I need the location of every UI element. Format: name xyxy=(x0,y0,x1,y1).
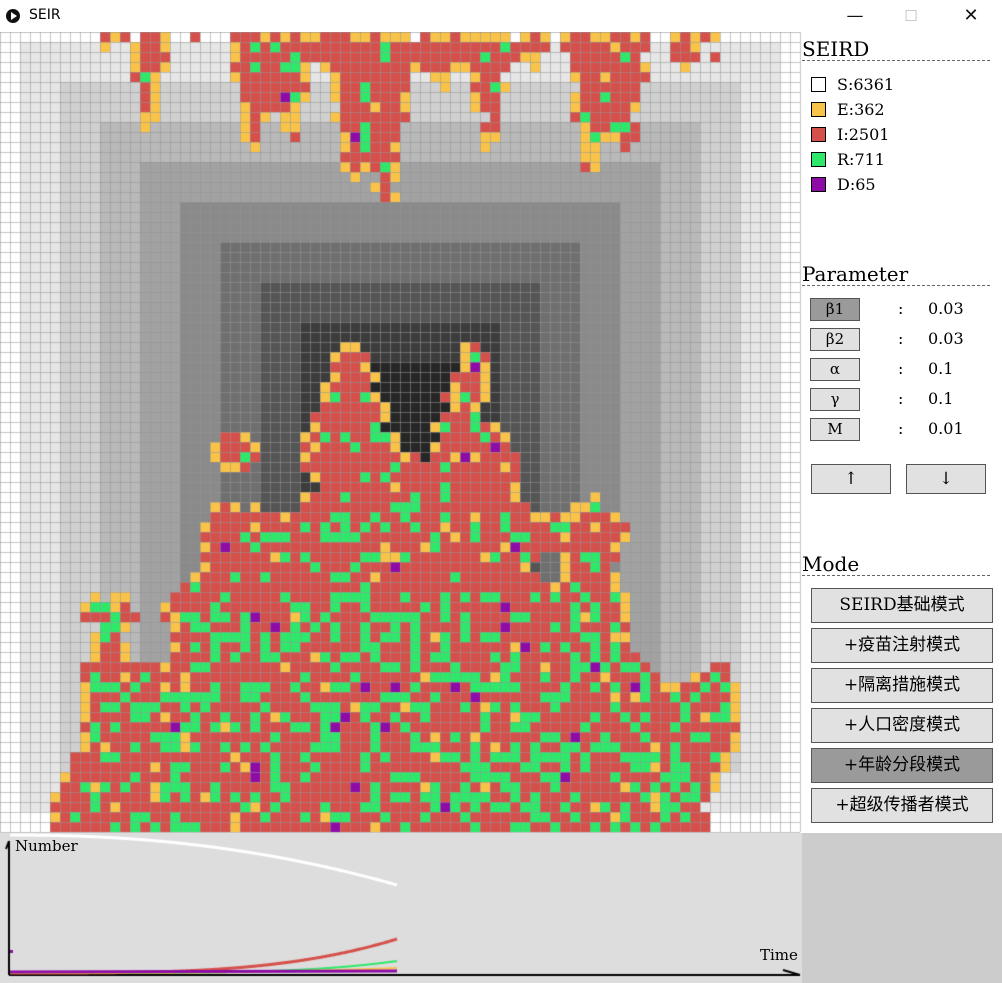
legend-title: SEIRD xyxy=(802,38,990,61)
legend-item: S:6361 xyxy=(811,75,894,95)
parameter-row: M: 0.01 xyxy=(810,418,970,442)
legend-item: E:362 xyxy=(811,100,885,120)
parameter-value: 0.03 xyxy=(928,329,964,348)
parameter-value: 0.1 xyxy=(928,359,954,378)
legend-swatch xyxy=(811,152,826,167)
legend-swatch xyxy=(811,127,826,142)
parameter-title: Parameter xyxy=(802,263,990,286)
parameter-value: 0.1 xyxy=(928,389,954,408)
parameter-row: γ: 0.1 xyxy=(810,388,970,412)
legend-label: S:6361 xyxy=(837,75,895,94)
bottom-right-panel xyxy=(802,833,1002,983)
mode-button[interactable]: +年龄分段模式 xyxy=(811,748,993,783)
population-plot xyxy=(0,833,802,983)
legend-swatch xyxy=(811,77,826,92)
mode-button[interactable]: SEIRD基础模式 xyxy=(811,588,993,623)
app-play-icon xyxy=(6,9,20,23)
decrease-button[interactable]: ↓ xyxy=(906,464,986,494)
title-bar: SEIR — ☐ ✕ xyxy=(0,0,1002,32)
legend-label: I:2501 xyxy=(837,125,890,144)
parameter-value: 0.03 xyxy=(928,299,964,318)
mode-button[interactable]: +疫苗注射模式 xyxy=(811,628,993,663)
parameter-button[interactable]: β1 xyxy=(810,298,860,321)
parameter-value: 0.01 xyxy=(928,419,964,438)
parameter-row: β1: 0.03 xyxy=(810,298,970,322)
window-title: SEIR xyxy=(29,7,61,23)
parameter-button[interactable]: γ xyxy=(810,388,860,411)
parameter-colon: : xyxy=(898,299,904,318)
simulation-grid[interactable] xyxy=(0,32,802,833)
parameter-button[interactable]: M xyxy=(810,418,860,441)
parameter-button[interactable]: α xyxy=(810,358,860,381)
parameter-button[interactable]: β2 xyxy=(810,328,860,351)
increase-button[interactable]: ↑ xyxy=(811,464,891,494)
parameter-row: β2: 0.03 xyxy=(810,328,970,352)
parameter-colon: : xyxy=(898,389,904,408)
mode-button[interactable]: +人口密度模式 xyxy=(811,708,993,743)
legend-item: D:65 xyxy=(811,175,876,195)
legend-label: D:65 xyxy=(837,175,876,194)
parameter-colon: : xyxy=(898,419,904,438)
parameter-colon: : xyxy=(898,329,904,348)
legend-label: E:362 xyxy=(837,100,885,119)
parameter-colon: : xyxy=(898,359,904,378)
legend-swatch xyxy=(811,102,826,117)
legend-swatch xyxy=(811,177,826,192)
parameter-row: α: 0.1 xyxy=(810,358,970,382)
mode-button[interactable]: +超级传播者模式 xyxy=(811,788,993,823)
mode-title: Mode xyxy=(802,553,990,576)
legend-item: I:2501 xyxy=(811,125,889,145)
mode-button[interactable]: +隔离措施模式 xyxy=(811,668,993,703)
side-panel: SEIRD S:6361 E:362 I:2501 R:711 D:65 Paramet… xyxy=(802,32,1002,833)
legend-item: R:711 xyxy=(811,150,885,170)
maximize-button[interactable]: ☐ xyxy=(888,0,934,32)
minimize-button[interactable]: — xyxy=(832,0,878,32)
legend-label: R:711 xyxy=(837,150,885,169)
close-button[interactable]: ✕ xyxy=(948,0,994,32)
plot-y-label: Number xyxy=(15,837,78,855)
plot-x-label: Time xyxy=(760,946,798,964)
